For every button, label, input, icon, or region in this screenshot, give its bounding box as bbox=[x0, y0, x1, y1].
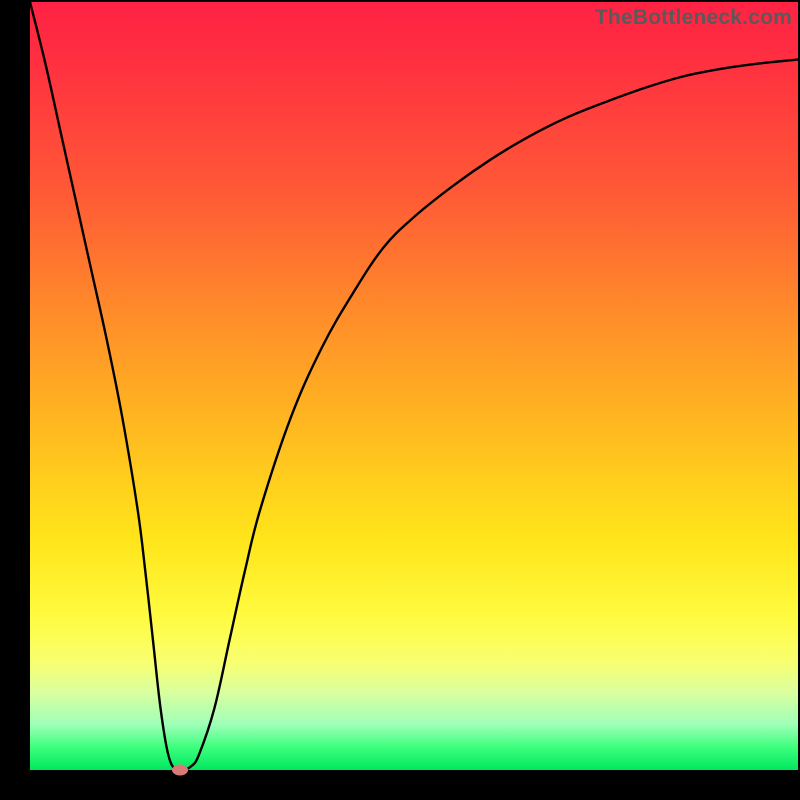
plot-area: TheBottleneck.com bbox=[30, 2, 798, 770]
minimum-marker bbox=[172, 765, 188, 776]
bottleneck-curve bbox=[30, 2, 798, 770]
chart-frame: TheBottleneck.com bbox=[0, 0, 800, 800]
